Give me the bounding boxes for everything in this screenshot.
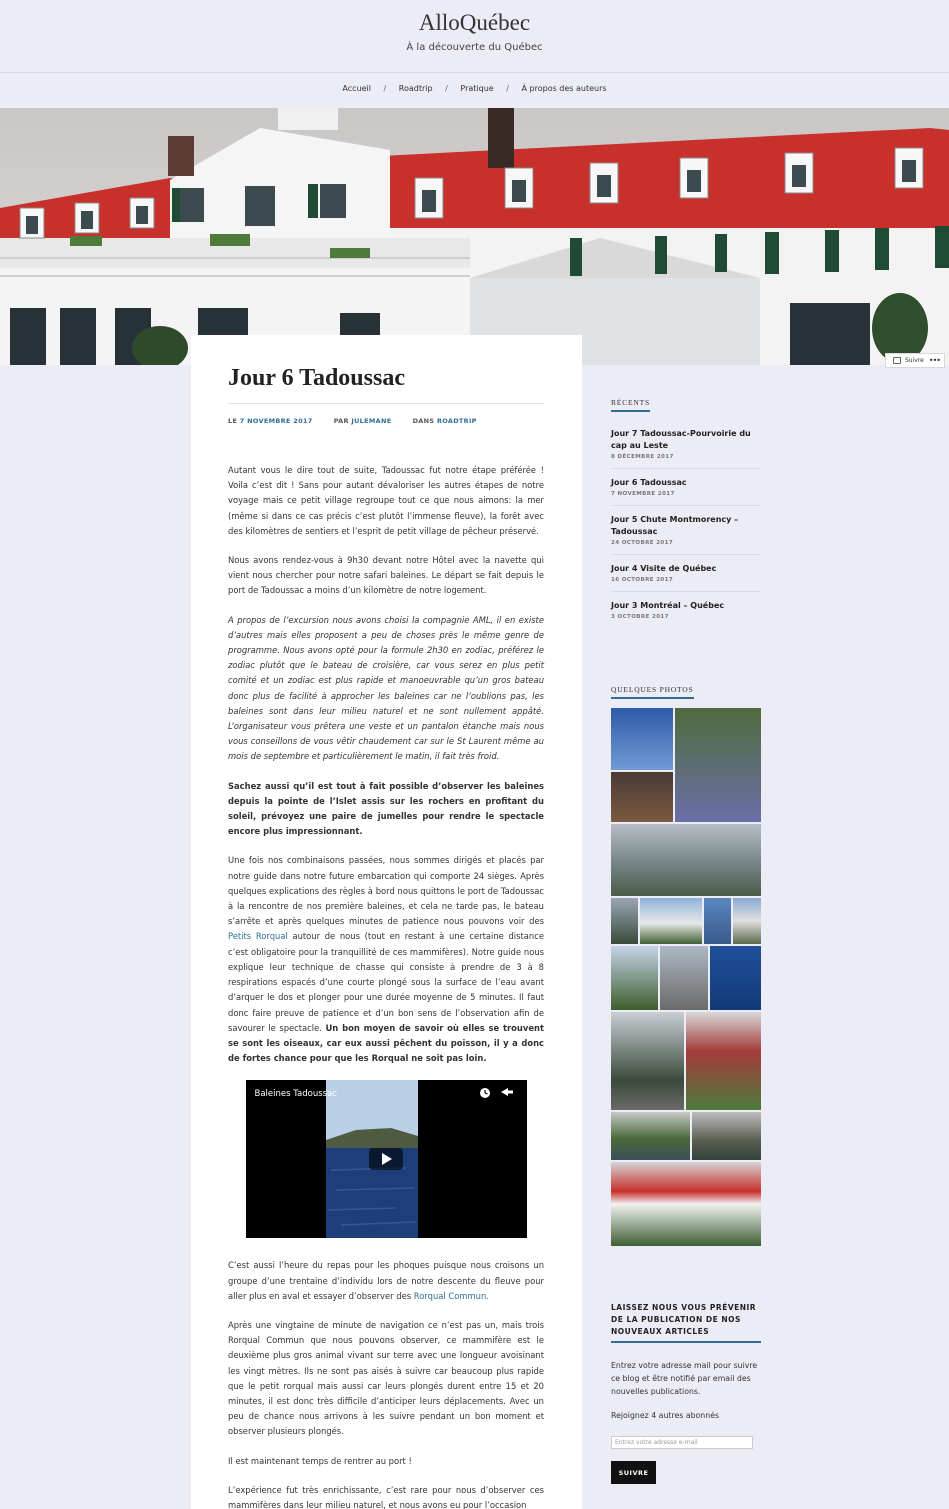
gallery-photo[interactable] <box>611 708 673 770</box>
nav-separator: / <box>506 84 509 93</box>
gallery-photo[interactable] <box>611 1112 690 1160</box>
gallery-photo[interactable] <box>675 708 761 822</box>
category-prefix: DANS <box>412 417 435 425</box>
recent-posts-list: Jour 7 Tadoussac-Pourvoirie du cap au Le… <box>611 428 761 636</box>
date-prefix: LE <box>228 417 238 425</box>
video-player[interactable]: Baleines Tadoussac <box>245 1080 527 1239</box>
header-divider <box>0 72 949 73</box>
site-title[interactable]: AlloQuébec <box>0 10 949 36</box>
gallery-photo[interactable] <box>704 898 731 944</box>
recent-widget-title: RÉCENTS <box>611 398 650 412</box>
video-controls <box>479 1088 513 1099</box>
title-divider <box>228 403 544 404</box>
post-title: Jour 6 Tadoussac <box>228 365 405 391</box>
recent-post-item[interactable]: Jour 6 Tadoussac 7 NOVEMBRE 2017 <box>611 477 761 506</box>
paragraph: Après une vingtaine de minute de navigat… <box>228 1319 544 1437</box>
share-icon[interactable] <box>500 1088 513 1097</box>
more-options-icon[interactable]: ••• <box>929 356 941 365</box>
paragraph-bold: Sachez aussi qu’il est tout à fait possi… <box>228 780 544 837</box>
gallery-photo[interactable] <box>611 1012 684 1110</box>
post-meta: LE 7 NOVEMBRE 2017 PAR JULEMANE DANS ROA… <box>228 417 477 425</box>
recent-post-date: 7 NOVEMBRE 2017 <box>611 491 675 497</box>
nav-item-pratique[interactable]: Pratique <box>460 84 493 93</box>
recent-post-title[interactable]: Jour 3 Montréal – Québec <box>611 600 761 612</box>
gallery-photo[interactable] <box>710 946 761 1010</box>
video-thumbnail <box>245 1080 527 1239</box>
paragraph: Autant vous le dire tout de suite, Tadou… <box>228 465 544 536</box>
site-description: À la découverte du Québec <box>406 42 543 53</box>
site-header: AlloQuébec À la découverte du Québec Acc… <box>0 0 949 108</box>
recent-post-item[interactable]: Jour 5 Chute Montmorency – Tadoussac 24 … <box>611 514 761 555</box>
gallery-photo[interactable] <box>660 946 708 1010</box>
gallery-photo[interactable] <box>611 772 673 822</box>
recent-post-title[interactable]: Jour 6 Tadoussac <box>611 477 761 489</box>
follow-icon <box>893 357 901 364</box>
paragraph: L’expérience fut très enrichissante, c’e… <box>228 1484 544 1509</box>
post-author-link[interactable]: JULEMANE <box>351 417 391 425</box>
post-article: Jour 6 Tadoussac LE 7 NOVEMBRE 2017 PAR … <box>191 335 582 1509</box>
recent-post-date: 3 OCTOBRE 2017 <box>611 614 669 620</box>
recent-post-title[interactable]: Jour 5 Chute Montmorency – Tadoussac <box>611 514 761 538</box>
post-content: Autant vous le dire tout de suite, Tadou… <box>228 463 544 1509</box>
nav-item-a-propos[interactable]: À propos des auteurs <box>522 84 607 93</box>
photo-gallery <box>611 708 761 1248</box>
post-category-link[interactable]: ROADTRIP <box>437 417 477 425</box>
nav-item-roadtrip[interactable]: Roadtrip <box>399 84 433 93</box>
subscribe-widget-title: LAISSEZ NOUS VOUS PRÉVENIR DE LA PUBLICA… <box>611 1302 761 1343</box>
gallery-photo[interactable] <box>611 898 638 944</box>
gallery-photo[interactable] <box>611 946 658 1010</box>
email-input[interactable] <box>611 1436 753 1449</box>
watch-later-icon[interactable] <box>479 1088 490 1099</box>
hotel-illustration <box>0 108 949 365</box>
subscribe-description: Entrez votre adresse mail pour suivre ce… <box>611 1361 758 1396</box>
recent-post-title[interactable]: Jour 7 Tadoussac-Pourvoirie du cap au Le… <box>611 428 761 452</box>
follow-button[interactable]: Suivre ••• <box>885 353 945 368</box>
nav-separator: / <box>445 84 448 93</box>
paragraph-italic: A propos de l’excursion nous avons chois… <box>228 614 544 762</box>
recent-post-item[interactable]: Jour 7 Tadoussac-Pourvoirie du cap au Le… <box>611 428 761 469</box>
subscriber-count: Rejoignez 4 autres abonnés <box>611 1411 720 1420</box>
recent-post-item[interactable]: Jour 3 Montréal – Québec 3 OCTOBRE 2017 <box>611 600 761 628</box>
recent-post-date: 8 DÉCEMBRE 2017 <box>611 454 674 460</box>
gallery-photo[interactable] <box>733 898 761 944</box>
paragraph: Une fois nos combinaisons passées, nous … <box>228 855 544 1064</box>
link-petits-rorqual[interactable]: Petits Rorqual <box>228 931 288 941</box>
nav-item-accueil[interactable]: Accueil <box>342 84 371 93</box>
gallery-photo[interactable] <box>686 1012 761 1110</box>
link-rorqual-commun[interactable]: Rorqual Commun. <box>414 1291 489 1301</box>
recent-post-date: 24 OCTOBRE 2017 <box>611 540 674 546</box>
gallery-photo[interactable] <box>640 898 702 944</box>
video-title: Baleines Tadoussac <box>254 1089 337 1100</box>
subscribe-button[interactable]: SUIVRE <box>611 1461 656 1484</box>
paragraph: Nous avons rendez-vous à 9h30 devant not… <box>228 555 544 596</box>
header-image <box>0 108 949 365</box>
gallery-photo[interactable] <box>611 824 761 896</box>
gallery-photo[interactable] <box>611 1162 761 1246</box>
recent-post-date: 16 OCTOBRE 2017 <box>611 577 674 583</box>
nav-separator: / <box>383 84 387 93</box>
paragraph: C’est aussi l’heure du repas pour les ph… <box>228 1260 544 1301</box>
follow-label: Suivre <box>905 357 924 364</box>
post-date-link[interactable]: 7 NOVEMBRE 2017 <box>240 417 313 425</box>
photos-widget-title: QUELQUES PHOTOS <box>611 685 694 699</box>
main-nav: Accueil / Roadtrip / Pratique / À propos… <box>0 84 949 93</box>
paragraph: Il est maintenant temps de rentrer au po… <box>228 1455 412 1466</box>
gallery-photo[interactable] <box>692 1112 761 1160</box>
recent-post-item[interactable]: Jour 4 Visite de Québec 16 OCTOBRE 2017 <box>611 563 761 592</box>
recent-post-title[interactable]: Jour 4 Visite de Québec <box>611 563 761 575</box>
author-prefix: PAR <box>333 417 349 425</box>
